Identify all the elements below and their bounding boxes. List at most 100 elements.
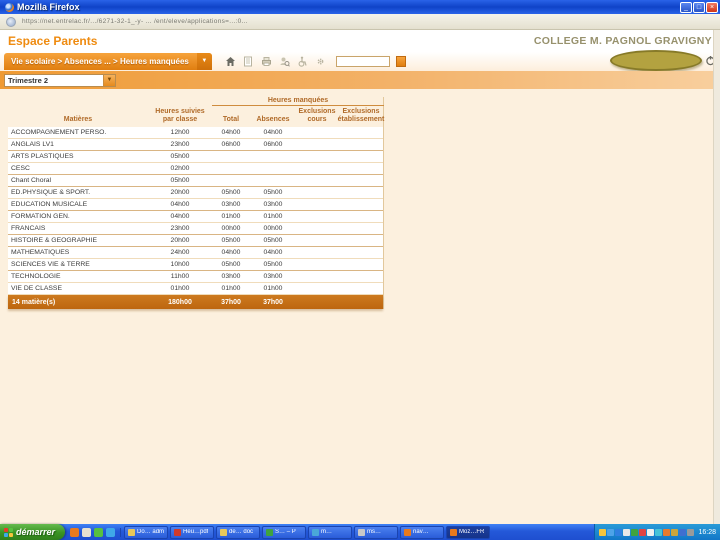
tray-icon[interactable]	[639, 528, 647, 536]
table-row[interactable]: SCIENCES VIE & TERRE 10h00 05h00 05h00	[8, 259, 383, 272]
firefox-icon	[5, 2, 14, 12]
cell-value: 04h00	[263, 249, 283, 257]
firefox-icon	[404, 528, 412, 536]
cell-value: 04h00	[170, 213, 190, 221]
tray-icon[interactable]	[671, 528, 679, 536]
cell-value: 11h00	[170, 273, 190, 281]
table-row[interactable]: ED.PHYSIQUE & SPORT. 20h00 05h00 05h00	[8, 187, 383, 200]
cell-value: 03h00	[221, 201, 241, 209]
cell-value: 01h00	[221, 213, 241, 221]
taskbar-task-button[interactable]: Moz…FR	[446, 525, 491, 539]
home-icon[interactable]	[224, 55, 237, 68]
window-titlebar: Mozilla Firefox _ □ ×	[0, 0, 720, 14]
cell-value: 20h00	[170, 237, 190, 245]
total-suivies: 180h00	[168, 298, 192, 306]
table-total-row: 14 matière(s) 180h00 37h00 37h00	[8, 295, 383, 310]
task-button-label: nav…	[413, 529, 429, 535]
cell-value: 01h00	[263, 213, 283, 221]
cell-value: 05h00	[263, 189, 283, 197]
cell-value: 05h00	[221, 237, 241, 245]
chevron-down-icon[interactable]: ▼	[196, 53, 212, 70]
table-row[interactable]: TECHNOLOGIE 11h00 03h00 03h00	[8, 271, 383, 284]
table-row[interactable]: ACCOMPAGNEMENT PERSO. 12h00 04h00 04h00	[8, 127, 383, 140]
table-row[interactable]: VIE DE CLASSE 01h00 01h00 01h00	[8, 283, 383, 296]
col-exclusions-etablissement: Exclusions établissement	[337, 108, 385, 124]
main-content: Matières Heures suivies par classe Heure…	[0, 30, 720, 524]
document-icon[interactable]	[242, 55, 255, 68]
cell-value: 05h00	[221, 261, 241, 269]
nav-search-input[interactable]	[335, 56, 390, 67]
table-row[interactable]: FRANCAIS 23h00 00h00 00h00	[8, 223, 383, 236]
page-title: Espace Parents	[8, 34, 98, 48]
browser-icon[interactable]	[70, 527, 80, 537]
printer-icon[interactable]	[260, 55, 273, 68]
table-row[interactable]: FORMATION GEN. 04h00 01h00 01h00	[8, 211, 383, 224]
school-name: COLLEGE M. PAGNOL GRAVIGNY	[533, 35, 712, 47]
tray-icon[interactable]	[615, 528, 623, 536]
cell-matiere: ED.PHYSIQUE & SPORT.	[11, 189, 91, 197]
col-exclusions-cours: Exclusions cours	[298, 108, 336, 124]
table-row[interactable]: HISTOIRE & GEOGRAPHIE 20h00 05h00 05h00	[8, 235, 383, 248]
table-row[interactable]: CESC 02h00	[8, 163, 383, 176]
cell-value: 03h00	[263, 273, 283, 281]
table-row[interactable]: EDUCATION MUSICALE 04h00 03h00 03h00	[8, 199, 383, 212]
tray-icons	[599, 528, 695, 536]
cell-value: 23h00	[170, 225, 190, 233]
taskbar-task-button[interactable]: de… doc	[216, 525, 261, 539]
tray-icon[interactable]	[631, 528, 639, 536]
table-body: ACCOMPAGNEMENT PERSO. 12h00 04h00 04h00 ANGL…	[8, 127, 383, 296]
taskbar-task-button[interactable]: ms…	[354, 525, 399, 539]
period-select[interactable]: Trimestre 2 ▼	[4, 73, 116, 87]
nav-go-button[interactable]	[395, 56, 406, 67]
table-row[interactable]: Chant Choral 05h00	[8, 175, 383, 188]
col-absences: Absences	[256, 116, 290, 124]
taskbar-task-button[interactable]: m…	[308, 525, 353, 539]
tray-icon[interactable]	[599, 528, 607, 536]
settings-icon[interactable]	[314, 55, 327, 68]
cell-value: 04h00	[170, 201, 190, 209]
taskbar-task-button[interactable]: Heu…pdf	[170, 525, 215, 539]
col-heures-suivies: Heures suivies par classe	[155, 108, 205, 124]
tray-icon[interactable]	[663, 528, 671, 536]
minimize-button[interactable]: _	[680, 1, 692, 13]
site-identity-icon[interactable]	[6, 16, 16, 27]
cell-matiere: CESC	[11, 165, 30, 173]
accessibility-icon[interactable]	[296, 55, 309, 68]
total-label: 14 matière(s)	[12, 298, 56, 306]
mail-icon[interactable]	[82, 527, 92, 537]
cell-value: 20h00	[170, 189, 190, 197]
user-search-icon[interactable]	[278, 55, 291, 68]
tray-icon[interactable]	[687, 528, 695, 536]
cell-value: 10h00	[170, 261, 190, 269]
breadcrumb: Vie scolaire > Absences ... > Heures man…	[11, 57, 189, 66]
tray-icon[interactable]	[655, 528, 663, 536]
table-row[interactable]: ANGLAIS LV1 23h00 06h00 06h00	[8, 139, 383, 152]
cell-value: 03h00	[221, 273, 241, 281]
table-row[interactable]: MATHEMATIQUES 24h00 04h00 04h00	[8, 247, 383, 260]
tray-icon[interactable]	[647, 528, 655, 536]
breadcrumb-tab[interactable]: Vie scolaire > Absences ... > Heures man…	[4, 53, 212, 70]
vertical-scrollbar[interactable]	[713, 30, 720, 524]
tray-icon[interactable]	[679, 528, 687, 536]
task-button-label: de… doc	[229, 529, 254, 535]
table-row[interactable]: ARTS PLASTIQUES 05h00	[8, 151, 383, 164]
cell-value: 05h00	[221, 189, 241, 197]
cell-value: 06h00	[221, 141, 241, 149]
explorer-icon[interactable]	[106, 527, 116, 537]
url-text[interactable]: https://net.entrelac.fr/.../6271-32-1_-y…	[22, 18, 248, 25]
close-button[interactable]: ×	[706, 1, 718, 13]
maximize-button[interactable]: □	[693, 1, 705, 13]
cell-value: 04h00	[263, 129, 283, 137]
taskbar-task-button[interactable]: Do… adm	[124, 525, 169, 539]
tray-icon[interactable]	[607, 528, 615, 536]
app-icon	[358, 528, 366, 536]
windows-flag-icon	[4, 527, 13, 537]
taskbar-task-button[interactable]: nav…	[400, 525, 445, 539]
taskbar-task-button[interactable]: S… – P	[262, 525, 307, 539]
tray-icon[interactable]	[623, 528, 631, 536]
start-button[interactable]: démarrer	[0, 524, 66, 540]
messenger-icon[interactable]	[94, 527, 104, 537]
table-header: Matières Heures suivies par classe Heure…	[8, 97, 385, 127]
cell-value: 05h00	[170, 153, 190, 161]
cell-value: 00h00	[221, 225, 241, 233]
